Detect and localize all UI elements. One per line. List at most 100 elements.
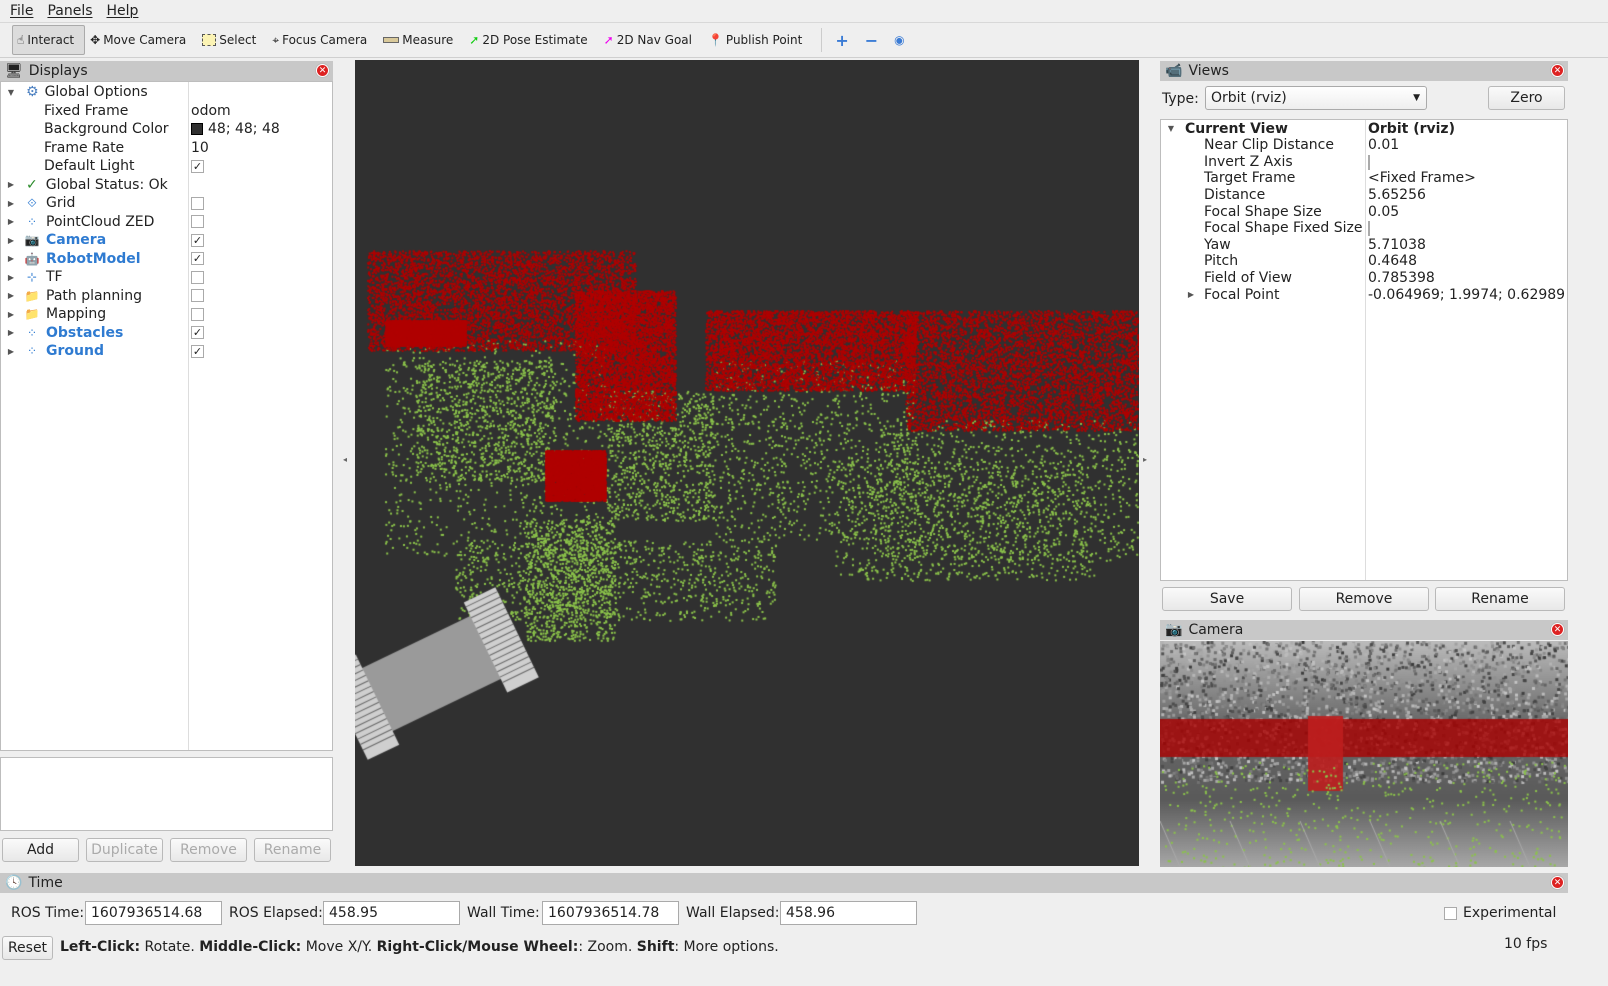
expand-arrow-icon[interactable]: ▶ xyxy=(6,217,16,226)
view-property-row[interactable]: Yaw 5.71038 xyxy=(1161,237,1567,254)
ros-elapsed-label: ROS Elapsed: xyxy=(229,905,323,921)
display-item[interactable]: ▶ ⁘ PointCloud ZED xyxy=(1,213,332,232)
view-property-row[interactable]: Invert Z Axis xyxy=(1161,154,1567,171)
gear-icon: ⚙ xyxy=(26,84,39,101)
expand-arrow-icon[interactable]: ▶ xyxy=(6,254,16,263)
move-icon: ✥ xyxy=(90,33,101,47)
ros-time-field[interactable]: 1607936514.68 xyxy=(85,901,222,925)
close-displays-button[interactable]: ✕ xyxy=(316,64,329,77)
tool-select[interactable]: Select xyxy=(197,25,267,55)
experimental-checkbox[interactable] xyxy=(1444,907,1457,920)
camera-icon: 📷 xyxy=(1165,622,1183,638)
close-time-button[interactable]: ✕ xyxy=(1551,876,1564,889)
camera-image xyxy=(1160,641,1568,867)
display-enabled-checkbox[interactable]: ✓ xyxy=(191,326,204,340)
color-swatch[interactable] xyxy=(191,123,203,136)
tool-2d-nav-goal[interactable]: ➚ 2D Nav Goal xyxy=(599,25,703,55)
rename-display-button[interactable]: Rename xyxy=(254,838,331,862)
default-light-checkbox[interactable]: ✓ xyxy=(191,159,204,173)
display-item[interactable]: ▶ 🤖 RobotModel ✓ xyxy=(1,250,332,269)
view-property-row[interactable]: Field of View 0.785398 xyxy=(1161,270,1567,287)
display-enabled-checkbox[interactable]: ✓ xyxy=(191,252,204,266)
expand-arrow-icon[interactable]: ▶ xyxy=(6,310,16,319)
display-enabled-checkbox[interactable] xyxy=(191,215,204,229)
expand-arrow-icon[interactable]: ▶ xyxy=(6,328,16,337)
clock-icon: 🕓 xyxy=(5,875,23,891)
property-row[interactable]: Background Color 48; 48; 48 xyxy=(1,120,332,139)
property-row[interactable]: Fixed Frame odom xyxy=(1,102,332,121)
display-item[interactable]: ▶ 📁 Mapping xyxy=(1,305,332,324)
expand-arrow-icon[interactable]: ▶ xyxy=(6,273,16,282)
reset-button[interactable]: Reset xyxy=(2,936,53,960)
remove-view-button[interactable]: Remove xyxy=(1299,587,1429,611)
tree-item-current-view[interactable]: ▼ Current View Orbit (rviz) xyxy=(1161,120,1567,137)
tool-move-camera[interactable]: ✥ Move Camera xyxy=(85,25,197,55)
view-property-row[interactable]: Focal Shape Fixed Size xyxy=(1161,220,1567,237)
close-camera-button[interactable]: ✕ xyxy=(1551,623,1564,636)
display-item[interactable]: ▶ ⁘ Obstacles ✓ xyxy=(1,324,332,343)
display-enabled-checkbox[interactable] xyxy=(191,196,204,210)
expand-arrow-icon[interactable]: ▶ xyxy=(1186,290,1196,299)
display-enabled-checkbox[interactable]: ✓ xyxy=(191,233,204,247)
collapse-right-handle[interactable]: ▸ xyxy=(1143,455,1147,464)
view-property-row[interactable]: Near Clip Distance 0.01 xyxy=(1161,137,1567,154)
display-enabled-checkbox[interactable]: ✓ xyxy=(191,344,204,358)
expand-arrow-icon[interactable]: ▶ xyxy=(6,199,16,208)
view-property-row[interactable]: Distance 5.65256 xyxy=(1161,187,1567,204)
expand-arrow-icon[interactable]: ▶ xyxy=(6,291,16,300)
rename-view-button[interactable]: Rename xyxy=(1435,587,1565,611)
close-views-button[interactable]: ✕ xyxy=(1551,64,1564,77)
expand-arrow-icon[interactable]: ▶ xyxy=(6,236,16,245)
tool-focus-camera[interactable]: ⌖ Focus Camera xyxy=(267,25,378,55)
zero-view-button[interactable]: Zero xyxy=(1488,86,1565,110)
display-item[interactable]: ▶ 📷 Camera ✓ xyxy=(1,231,332,250)
view-property-row[interactable]: Focal Shape Size 0.05 xyxy=(1161,203,1567,220)
tool-properties-button[interactable]: ◉ xyxy=(889,25,915,55)
view-type-select[interactable]: Orbit (rviz) ▼ xyxy=(1205,86,1427,110)
collapse-left-handle[interactable]: ◂ xyxy=(343,455,347,464)
menu-panels[interactable]: Panels xyxy=(47,3,92,19)
property-checkbox[interactable] xyxy=(1368,221,1370,237)
duplicate-display-button[interactable]: Duplicate xyxy=(86,838,163,862)
views-tree[interactable]: ▼ Current View Orbit (rviz) Near Clip Dista… xyxy=(1160,119,1568,581)
view-property-row[interactable]: ▶ Focal Point -0.064969; 1.9974; 0.62989 xyxy=(1161,286,1567,303)
add-tool-button[interactable]: + xyxy=(830,25,859,55)
ros-elapsed-field[interactable]: 458.95 xyxy=(323,901,460,925)
3d-render-view[interactable] xyxy=(355,60,1139,866)
wall-time-field[interactable]: 1607936514.78 xyxy=(542,901,679,925)
add-display-button[interactable]: Add xyxy=(2,838,79,862)
ros-time-label: ROS Time: xyxy=(11,905,85,921)
remove-display-button[interactable]: Remove xyxy=(170,838,247,862)
display-item[interactable]: ▶ ⊹ TF xyxy=(1,268,332,287)
robot-icon: 🤖 xyxy=(24,251,40,266)
tool-measure[interactable]: Measure xyxy=(378,25,464,55)
tool-publish-point[interactable]: 📍 Publish Point xyxy=(703,25,813,55)
property-row[interactable]: Frame Rate 10 xyxy=(1,139,332,158)
display-item[interactable]: ▶ ⁘ Ground ✓ xyxy=(1,342,332,361)
expand-arrow-icon[interactable]: ▼ xyxy=(1166,124,1176,133)
view-property-row[interactable]: Pitch 0.4648 xyxy=(1161,253,1567,270)
tool-2d-pose-estimate[interactable]: ➚ 2D Pose Estimate xyxy=(464,25,598,55)
menu-file[interactable]: File xyxy=(10,3,33,19)
view-property-row[interactable]: Target Frame <Fixed Frame> xyxy=(1161,170,1567,187)
expand-arrow-icon[interactable]: ▶ xyxy=(6,180,16,189)
display-enabled-checkbox[interactable] xyxy=(191,289,204,303)
expand-arrow-icon[interactable]: ▼ xyxy=(6,88,16,97)
tree-item-global-status[interactable]: ▶ ✓ Global Status: Ok xyxy=(1,176,332,195)
display-enabled-checkbox[interactable] xyxy=(191,307,204,321)
property-checkbox[interactable] xyxy=(1368,154,1370,170)
pointcloud-icon: ⁘ xyxy=(26,325,38,340)
displays-tree[interactable]: ▼ ⚙ Global Options Fixed Frame odom Backgroun… xyxy=(0,81,333,751)
expand-arrow-icon[interactable]: ▶ xyxy=(6,347,16,356)
remove-tool-button[interactable]: − xyxy=(860,25,889,55)
tool-interact[interactable]: ☝ Interact xyxy=(12,25,86,55)
display-item[interactable]: ▶ 📁 Path planning xyxy=(1,287,332,306)
wall-elapsed-field[interactable]: 458.96 xyxy=(780,901,917,925)
tree-item-global-options[interactable]: ▼ ⚙ Global Options xyxy=(1,83,332,102)
property-row[interactable]: Default Light ✓ xyxy=(1,157,332,176)
display-enabled-checkbox[interactable] xyxy=(191,270,204,284)
green-arrow-icon: ➚ xyxy=(469,33,480,47)
menu-help[interactable]: Help xyxy=(107,3,139,19)
save-view-button[interactable]: Save xyxy=(1162,587,1292,611)
display-item[interactable]: ▶ ⟐ Grid xyxy=(1,194,332,213)
